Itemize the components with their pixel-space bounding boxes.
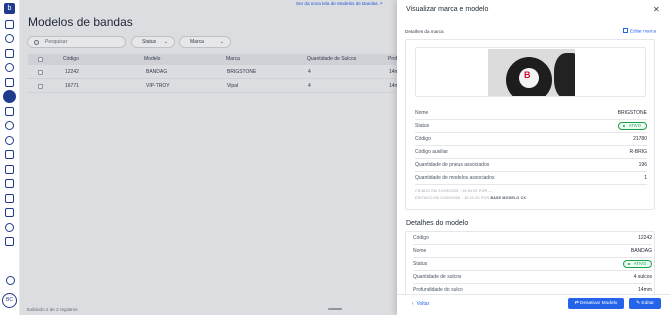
- model-row-grooves: Quantidade de sulcos 4 sulcos: [413, 271, 652, 284]
- doc-check-icon[interactable]: [5, 179, 14, 188]
- logo-icon[interactable]: b: [4, 3, 15, 14]
- back-button[interactable]: ‹ Voltar: [412, 301, 429, 307]
- modal-backdrop[interactable]: [20, 0, 397, 315]
- brand-details-title: Detalhes da marca: [405, 29, 444, 34]
- tire-image-shape: [554, 53, 575, 96]
- route-icon[interactable]: [5, 275, 15, 285]
- row-key: Quantidade de modelos associados: [415, 175, 495, 181]
- row-key: Status: [415, 123, 430, 129]
- tire-icon[interactable]: [5, 92, 14, 101]
- row-key: Código auxiliar: [415, 149, 449, 155]
- row-value: 196: [638, 162, 647, 168]
- row-key: Código: [415, 136, 431, 142]
- brand-logo-mark: B: [524, 70, 531, 80]
- brand-row-models-count: Quantidade de modelos associados 1: [415, 173, 647, 185]
- brand-image-frame: B: [415, 47, 646, 97]
- row-key: Quantidade de pneus associados: [415, 162, 490, 168]
- status-badge: ATIVO: [617, 122, 647, 130]
- edit-button[interactable]: ✎ Editar: [629, 298, 661, 309]
- user-icon[interactable]: [5, 121, 14, 130]
- box-icon[interactable]: [5, 237, 14, 246]
- sidebar: b BC: [0, 0, 20, 315]
- edited-prefix: EDITADO EM 23/09/2026 · 15:21:25 POR: [415, 196, 490, 200]
- brand-row-tires-count: Quantidade de pneus associados 196: [415, 160, 647, 172]
- row-value: 21780: [633, 136, 647, 142]
- clock-icon[interactable]: [5, 63, 14, 72]
- edit-brand-link[interactable]: Editar marca: [623, 28, 656, 34]
- drawer-title: Visualizar marca e modelo: [406, 6, 489, 13]
- model-row-code: Código 12242: [413, 232, 652, 245]
- document-icon[interactable]: [5, 150, 14, 159]
- model-details-card: Código 12242 Nome BANDAG Status ATIVO Qu…: [405, 231, 655, 301]
- row-value: 4 sulcos: [633, 274, 652, 280]
- doc-list-icon[interactable]: [5, 193, 14, 203]
- chevron-left-icon: ‹: [412, 301, 414, 307]
- deactivate-model-button[interactable]: ⇄ Desativar Modelo: [568, 298, 624, 309]
- status-badge: ATIVO: [622, 260, 652, 268]
- row-value: 12242: [638, 235, 652, 241]
- upload-icon[interactable]: [5, 77, 14, 87]
- transfer-icon[interactable]: [5, 106, 14, 116]
- brand-row-aux-code: Código auxiliar R-BRIG: [415, 147, 647, 159]
- row-key: Código: [413, 235, 429, 241]
- row-value: R-BRIG: [629, 149, 648, 155]
- search-icon[interactable]: [5, 34, 14, 43]
- deactivate-label: Desativar Modelo: [580, 301, 618, 306]
- users-icon[interactable]: [5, 222, 14, 232]
- gear-icon[interactable]: [5, 135, 14, 145]
- edit-brand-label: Editar marca: [629, 28, 656, 34]
- avatar[interactable]: BC: [2, 293, 17, 308]
- edit-label: Editar: [641, 301, 654, 306]
- row-value: 1: [644, 175, 647, 181]
- row-key: Status: [413, 261, 428, 267]
- truck-icon[interactable]: [5, 164, 14, 174]
- pencil-icon: ✎: [636, 301, 641, 306]
- home-icon[interactable]: [5, 19, 14, 29]
- view-brand-model-drawer: Visualizar marca e modelo ✕ Detalhes da …: [397, 0, 670, 315]
- row-value: BRIGSTONE: [617, 110, 647, 116]
- brand-details-box: B Nome BRIGSTONE Status ATIVO Código 217…: [405, 39, 655, 210]
- brand-row-status: Status ATIVO: [415, 121, 647, 133]
- row-key: Nome: [415, 110, 429, 116]
- close-icon[interactable]: ✕: [653, 5, 660, 14]
- edited-by: BASE MODELO CX: [490, 196, 526, 200]
- row-value: BANDAG: [630, 248, 652, 254]
- created-info: CRIADO EM 24/09/2025 · 15:54:52 POR —: [415, 189, 493, 193]
- brand-details-card: Detalhes da marca Editar marca B Nome BR…: [405, 23, 656, 210]
- row-value: 14mm: [638, 287, 652, 293]
- drawer-actions: ‹ Voltar ⇄ Desativar Modelo ✎ Editar: [397, 294, 670, 315]
- swap-icon: ⇄: [574, 301, 579, 306]
- bookmark-icon[interactable]: [5, 48, 14, 58]
- row-key: Profundidade do sulco: [413, 287, 463, 293]
- row-key: Nome: [413, 248, 427, 254]
- edited-info: EDITADO EM 23/09/2026 · 15:21:25 POR BAS…: [415, 196, 526, 200]
- model-row-status: Status ATIVO: [413, 258, 652, 271]
- grid-icon[interactable]: [5, 208, 14, 217]
- row-key: Quantidade de sulcos: [413, 274, 462, 280]
- brand-image: B: [488, 49, 575, 96]
- brand-row-code: Código 21780: [415, 134, 647, 146]
- brand-row-name: Nome BRIGSTONE: [415, 108, 647, 120]
- edit-icon: [623, 28, 629, 33]
- model-details-title: Detalhes do modelo: [406, 220, 469, 227]
- back-label: Voltar: [416, 301, 430, 307]
- model-row-name: Nome BANDAG: [413, 245, 652, 258]
